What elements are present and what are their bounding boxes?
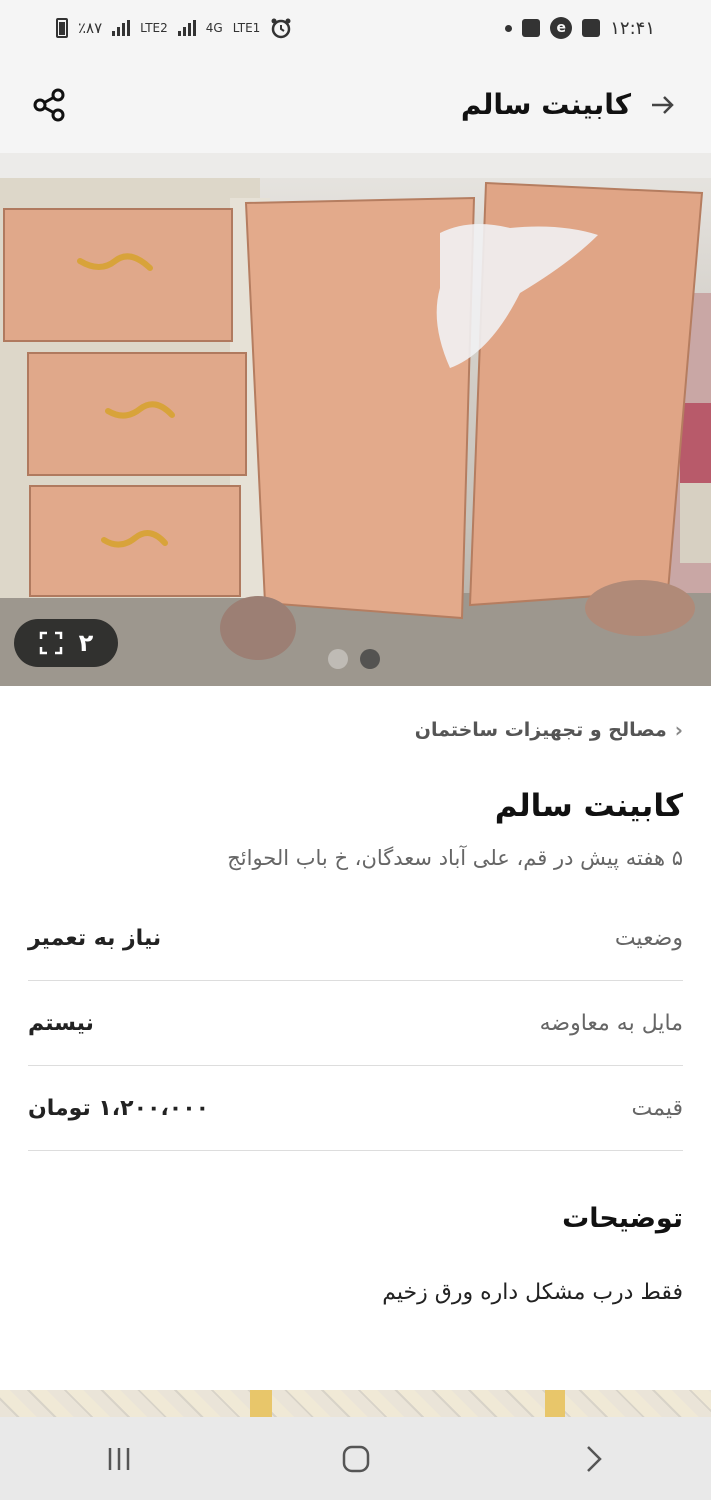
info-row-exchange: مایل به معاوضه نیستم	[28, 981, 683, 1066]
carousel-dot-active[interactable]	[360, 649, 380, 669]
signal-icon-2	[177, 20, 196, 36]
battery-icon	[56, 18, 68, 38]
share-button[interactable]	[32, 88, 66, 122]
listing-content: ‹ مصالح و تجهیزات ساختمان کابینت سالم ۵ …	[0, 686, 711, 1305]
recent-apps-icon	[108, 1447, 129, 1470]
status-bar: ٪۸۷ LTE2 4G LTE1 e ۱۲:۴۱	[0, 0, 711, 56]
page-title: کابینت سالم	[460, 88, 631, 121]
home-button[interactable]	[326, 1429, 386, 1489]
sd-card-icon	[522, 19, 541, 37]
app-bar: کابینت سالم	[0, 56, 711, 153]
chevron-left-icon: ‹	[674, 718, 683, 742]
location-map[interactable]	[0, 1390, 711, 1417]
back-nav-button[interactable]	[563, 1429, 623, 1489]
info-row-price: قیمت ۱،۲۰۰،۰۰۰ تومان	[28, 1066, 683, 1151]
app-bar-right: کابینت سالم	[461, 88, 679, 122]
description-text: فقط درب مشکل داره ورق زخیم	[382, 1280, 683, 1305]
info-value: نیاز به تعمیر	[28, 925, 162, 951]
listing-title: کابینت سالم	[494, 788, 683, 824]
carousel-dot[interactable]	[328, 649, 348, 669]
cabinet-photo-illustration	[0, 153, 711, 686]
info-value: نیستم	[28, 1010, 94, 1036]
home-icon	[342, 1445, 369, 1472]
fullscreen-gallery-button[interactable]: ۲	[14, 619, 118, 667]
listing-meta: ۵ هفته پیش در قم، علی آباد سعدگان، خ باب…	[227, 846, 683, 870]
arrow-right-icon	[652, 95, 674, 114]
notification-dot-icon	[505, 24, 513, 32]
sim1-label: LTE1	[232, 21, 261, 35]
fullscreen-icon	[39, 631, 62, 655]
chevron-right-icon	[586, 1445, 602, 1472]
photo-count: ۲	[78, 629, 94, 657]
alarm-icon	[270, 17, 292, 39]
info-row-condition: وضعیت نیاز به تعمیر	[28, 896, 683, 981]
status-right: e ۱۲:۴۱	[505, 17, 655, 39]
carousel-dots	[328, 649, 380, 669]
battery-percent: ٪۸۷	[78, 19, 103, 37]
photo-carousel[interactable]: ۲	[0, 153, 711, 686]
e-app-icon: e	[550, 17, 573, 39]
info-key: قیمت	[631, 1095, 683, 1121]
share-icon	[33, 88, 65, 121]
description-title: توضیحات	[562, 1203, 683, 1234]
breadcrumb[interactable]: ‹ مصالح و تجهیزات ساختمان	[28, 718, 683, 742]
sim2-label: LTE2	[140, 21, 168, 35]
info-key: مایل به معاوضه	[539, 1010, 683, 1036]
info-table: وضعیت نیاز به تعمیر مایل به معاوضه نیستم…	[28, 896, 683, 1151]
status-left: ٪۸۷ LTE2 4G LTE1	[56, 17, 292, 39]
network-label: 4G	[205, 21, 223, 35]
info-key: وضعیت	[614, 925, 683, 951]
system-nav-bar	[0, 1417, 711, 1500]
recent-apps-button[interactable]	[89, 1429, 149, 1489]
back-button[interactable]	[645, 88, 679, 122]
signal-icon	[112, 20, 131, 36]
clock: ۱۲:۴۱	[610, 17, 655, 39]
breadcrumb-category[interactable]: مصالح و تجهیزات ساختمان	[415, 719, 667, 741]
image-notification-icon	[582, 19, 601, 37]
info-value: ۱،۲۰۰،۰۰۰ تومان	[28, 1095, 210, 1121]
